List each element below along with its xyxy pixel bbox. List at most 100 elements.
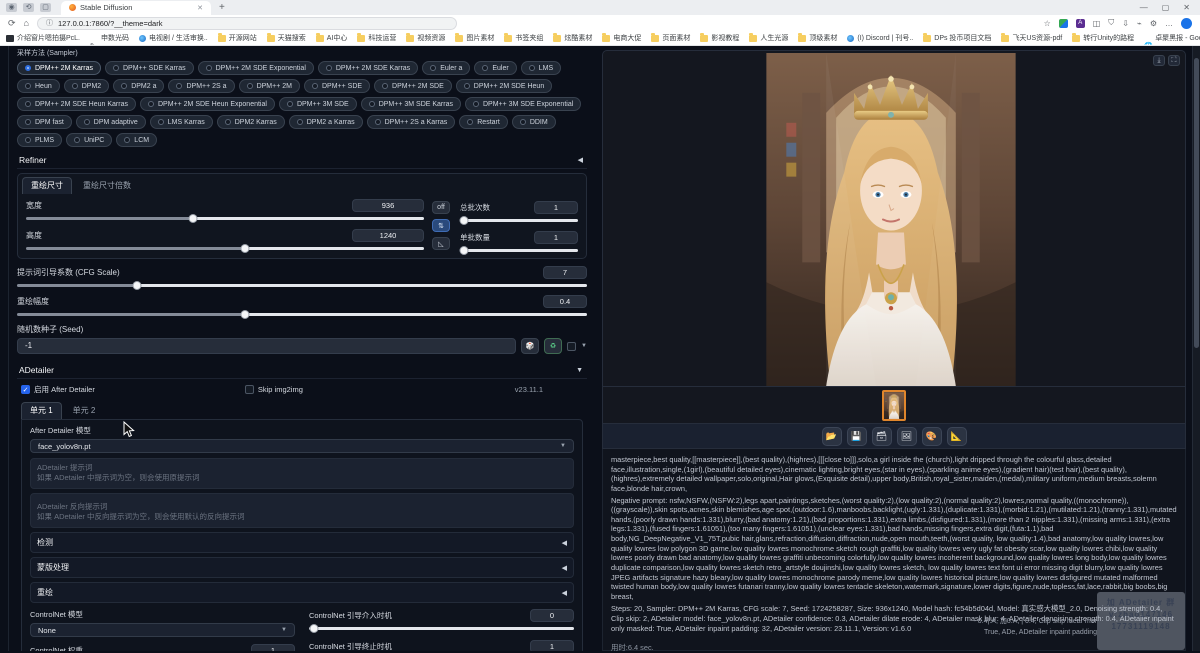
sampler-option[interactable]: DPM++ 3M SDE Exponential [465,97,581,111]
sampler-option[interactable]: DPM++ 2M SDE Exponential [198,61,314,75]
home-icon[interactable]: ⌂ [24,18,29,28]
adetailer-sub-accordion[interactable]: 重绘 ◀ [30,582,574,603]
height-slider[interactable] [26,247,424,250]
sampler-option[interactable]: LMS Karras [150,115,213,129]
aspect-off-button[interactable]: off [432,201,450,214]
bookmark-item[interactable]: 开源网站 [218,33,257,43]
generated-image[interactable] [766,53,1016,386]
tab-unit-2[interactable]: 单元 2 [64,402,105,419]
bookmark-item[interactable]: 书签夹组 [504,33,543,43]
bookmark-item[interactable]: 飞天US资源-pdf [1001,33,1062,43]
sampler-option[interactable]: DPM++ SDE Karras [105,61,194,75]
bookmark-item[interactable]: 申数光码 [90,33,129,43]
adetailer-sub-accordion[interactable]: 检测 ◀ [30,532,574,553]
bookmark-item[interactable]: 电商大促 [602,33,641,43]
sampler-option[interactable]: Euler [474,61,516,75]
share-icon[interactable]: ⌁ [1137,19,1142,28]
batch-count-input[interactable]: 1 [534,201,578,214]
bookmark-item[interactable]: AI中心 [316,33,348,43]
seed-extra-checkbox[interactable] [567,342,576,351]
cfg-input[interactable]: 7 [543,266,587,279]
bookmark-item[interactable]: 科技运营 [357,33,396,43]
batch-size-slider[interactable] [460,249,578,252]
sampler-option[interactable]: DPM++ 2M SDE Heun Exponential [140,97,275,111]
avatar[interactable] [1181,18,1192,29]
cfg-slider-handle[interactable] [132,281,141,290]
denoise-slider-handle[interactable] [241,310,250,319]
reuse-seed-button[interactable]: ♻ [544,338,562,354]
bookmark-item[interactable]: 电视剧 / 生活审换.. [139,33,208,43]
tab-close-icon[interactable]: ✕ [197,4,203,12]
sampler-option[interactable]: DPM++ 2M SDE [374,79,452,93]
adetailer-sub-accordion[interactable]: 蒙版处理 ◀ [30,557,574,578]
batch-count-handle[interactable] [459,216,468,225]
bookmark-item[interactable]: 转行Unity的路程 [1072,33,1134,43]
output-action-button[interactable]: 🖼 [897,427,917,446]
bookmark-item[interactable]: 人生光源 [749,33,788,43]
bookmark-item[interactable]: 炫酷素材 [553,33,592,43]
sampler-option[interactable]: UniPC [66,133,112,147]
sampler-option[interactable]: PLMS [17,133,62,147]
seed-extra-caret-icon[interactable]: ▼ [581,343,587,349]
browser-tab[interactable]: Stable Diffusion ✕ [61,1,211,15]
height-input[interactable]: 1240 [352,229,424,242]
width-input[interactable]: 936 [352,199,424,212]
enable-adetailer-checkbox[interactable]: ✓ [21,385,30,394]
sampler-option[interactable]: DPM adaptive [76,115,146,129]
tab-resize-by[interactable]: 重绘尺寸倍数 [74,177,140,194]
settings-icon[interactable]: ⚙ [1150,19,1157,28]
controlnet-weight-input[interactable]: 1 [251,644,295,651]
profile-icon[interactable]: ◉ [6,3,17,12]
extension-icon-purple[interactable]: A [1076,19,1085,28]
output-action-button[interactable]: 📂 [822,427,842,446]
bookmark-item[interactable]: 视频资源 [406,33,445,43]
adetailer-negative-textarea[interactable]: ADetailer 反向提示词 如果 ADetailer 中反向提示词为空，则会… [30,493,574,528]
bookmark-item[interactable]: 顶级素材 [798,33,837,43]
sampler-option[interactable]: DPM++ 2M Karras [17,61,101,75]
bookmark-item[interactable]: 影视教程 [700,33,739,43]
adetailer-accordion[interactable]: ADetailer ▼ [17,362,587,379]
new-tab-button[interactable]: + [219,2,225,13]
skip-img2img-checkbox[interactable] [245,385,254,394]
sampler-option[interactable]: Euler a [422,61,470,75]
sampler-option[interactable]: DPM++ 3M SDE [279,97,357,111]
history-icon[interactable]: ⟲ [23,3,34,12]
collections-icon[interactable]: ⛉ [1108,18,1114,28]
controlnet-start-handle[interactable] [310,624,319,633]
denoise-slider[interactable] [17,313,587,316]
sampler-option[interactable]: DPM2 Karras [217,115,285,129]
cfg-slider[interactable] [17,284,587,287]
triangle-ruler-button[interactable]: ◺ [432,237,450,250]
scrollbar-thumb[interactable] [1194,58,1199,348]
adetailer-prompt-textarea[interactable]: ADetailer 提示词 如果 ADetailer 中提示词为空，则会使用原提… [30,458,574,489]
batch-size-handle[interactable] [459,246,468,255]
site-info-icon[interactable]: ⓘ [46,18,53,28]
workspace-icon[interactable]: ▢ [40,3,51,12]
bookmark-item[interactable]: 卓聚黑报 - Google [1144,33,1200,43]
sampler-option[interactable]: DDIM [512,115,556,129]
sampler-option[interactable]: Restart [459,115,508,129]
controlnet-start-slider[interactable] [309,627,574,630]
bookmark-item[interactable]: 页面素材 [651,33,690,43]
bookmark-item[interactable]: DPs 投币项目文档 [923,33,991,43]
sampler-option[interactable]: DPM++ 2M SDE Karras [318,61,418,75]
sampler-option[interactable]: Heun [17,79,60,93]
sampler-option[interactable]: DPM++ 2S a Karras [367,115,456,129]
extension-icon-green[interactable] [1059,19,1068,28]
download-icon[interactable]: ⇩ [1122,19,1129,28]
seed-input[interactable]: -1 [17,338,516,354]
sampler-option[interactable]: DPM++ 2M SDE Heun Karras [17,97,136,111]
controlnet-start-input[interactable]: 0 [530,609,574,622]
batch-count-slider[interactable] [460,219,578,222]
url-field[interactable]: ⓘ 127.0.0.1:7860/?__theme=dark [37,17,457,30]
sampler-option[interactable]: DPM2 a [113,79,164,93]
random-seed-button[interactable]: 🎲 [521,338,539,354]
output-action-button[interactable]: 💾 [847,427,867,446]
download-image-icon[interactable]: ⤓ [1153,55,1165,66]
bookmark-item[interactable]: 天猫搜索 [267,33,306,43]
sampler-option[interactable]: DPM++ 2S a [168,79,234,93]
favorite-icon[interactable]: ☆ [1044,19,1051,28]
maximize-icon[interactable]: ▢ [1162,3,1170,12]
page-scrollbar[interactable] [1192,46,1200,651]
bookmark-item[interactable]: 图片素材 [455,33,494,43]
